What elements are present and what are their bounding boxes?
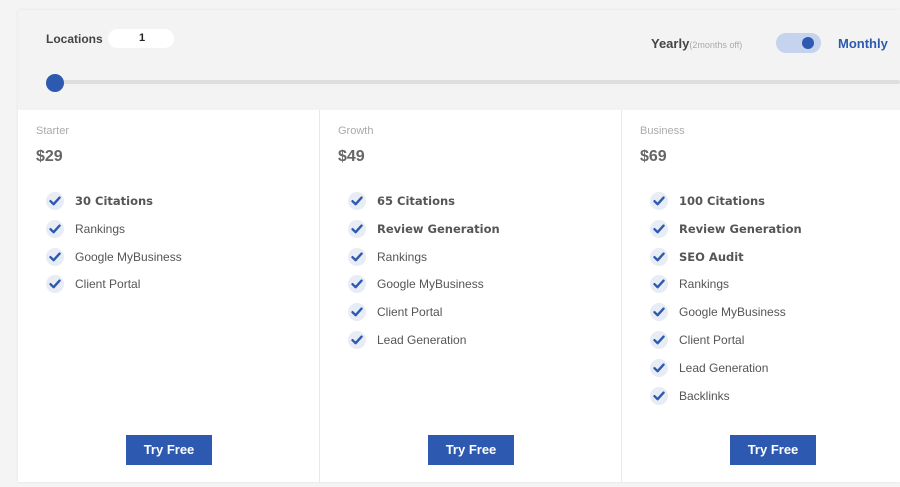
billing-yearly-option[interactable]: Yearly(2months off)	[651, 36, 742, 51]
list-item: Client Portal	[650, 330, 802, 359]
check-icon	[46, 247, 64, 266]
billing-monthly-option[interactable]: Monthly	[838, 36, 888, 51]
billing-toggle-knob[interactable]	[802, 37, 814, 49]
list-item: Lead Generation	[348, 330, 500, 359]
list-item: Client Portal	[348, 303, 500, 331]
feature-list: 30 Citations Rankings Google MyBusiness …	[46, 192, 182, 303]
check-icon	[348, 192, 366, 210]
check-icon	[348, 330, 366, 349]
list-item: Backlinks	[650, 386, 802, 415]
feature-label: Lead Generation	[679, 360, 769, 375]
feature-list: 65 Citations Review Generation Rankings …	[348, 192, 500, 359]
plan-card-business: Business $69 100 Citations Review Genera…	[622, 110, 900, 482]
list-item: Google MyBusiness	[46, 247, 182, 276]
plan-price: $49	[338, 148, 365, 165]
check-icon	[650, 358, 668, 377]
feature-label: Client Portal	[377, 305, 443, 320]
feature-label: Review Generation	[679, 221, 802, 236]
billing-toggle[interactable]	[776, 33, 821, 53]
check-icon	[650, 219, 668, 238]
list-item: Client Portal	[46, 275, 182, 303]
feature-label: Rankings	[679, 277, 730, 292]
locations-slider-handle[interactable]	[46, 74, 64, 92]
plan-price: $29	[36, 148, 63, 165]
yearly-discount-note: (2months off)	[689, 40, 743, 50]
pricing-page: Locations 1 Yearly(2months off) Monthly …	[0, 0, 900, 487]
check-icon	[650, 275, 668, 294]
feature-label: Lead Generation	[377, 332, 467, 347]
list-item: 100 Citations	[650, 192, 802, 220]
feature-label: Client Portal	[679, 332, 745, 347]
feature-label: Google MyBusiness	[679, 305, 786, 320]
check-icon	[650, 247, 668, 266]
check-icon	[650, 330, 668, 349]
check-icon	[348, 275, 366, 294]
plan-price: $69	[640, 148, 667, 165]
check-icon	[650, 192, 668, 210]
list-item: 65 Citations	[348, 192, 500, 220]
plan-name: Starter	[36, 125, 70, 137]
feature-label: Review Generation	[377, 221, 500, 236]
list-item: SEO Audit	[650, 247, 802, 276]
list-item: Rankings	[46, 219, 182, 248]
feature-label: Rankings	[75, 221, 126, 236]
try-free-button[interactable]: Try Free	[126, 435, 212, 465]
feature-label: Backlinks	[679, 388, 730, 403]
feature-label: 30 Citations	[75, 194, 154, 208]
plan-cards: Starter $29 30 Citations Rankings Google…	[18, 110, 900, 482]
try-free-button[interactable]: Try Free	[730, 435, 816, 465]
check-icon	[46, 219, 64, 238]
try-free-button[interactable]: Try Free	[428, 435, 514, 465]
list-item: Review Generation	[650, 219, 802, 248]
list-item: Google MyBusiness	[650, 303, 802, 331]
check-icon	[46, 192, 64, 210]
feature-label: Rankings	[377, 249, 428, 264]
plan-name: Business	[640, 125, 685, 137]
check-icon	[650, 386, 668, 405]
feature-label: Client Portal	[75, 277, 141, 292]
plan-card-starter: Starter $29 30 Citations Rankings Google…	[18, 110, 320, 482]
list-item: Google MyBusiness	[348, 275, 500, 303]
list-item: Rankings	[650, 275, 802, 303]
feature-label: SEO Audit	[679, 249, 744, 264]
plan-name: Growth	[338, 125, 374, 137]
check-icon	[348, 219, 366, 238]
feature-label: 100 Citations	[679, 194, 766, 208]
locations-slider-track[interactable]	[56, 80, 900, 84]
check-icon	[46, 275, 64, 294]
plan-card-growth: Growth $49 65 Citations Review Generatio…	[320, 110, 622, 482]
list-item: 30 Citations	[46, 192, 182, 220]
list-item: Review Generation	[348, 219, 500, 248]
yearly-label: Yearly	[651, 36, 690, 51]
feature-list: 100 Citations Review Generation SEO Audi…	[650, 192, 802, 414]
feature-label: Google MyBusiness	[75, 249, 182, 264]
check-icon	[650, 303, 668, 322]
locations-label: Locations	[46, 32, 103, 46]
list-item: Lead Generation	[650, 358, 802, 387]
list-item: Rankings	[348, 247, 500, 276]
check-icon	[348, 303, 366, 322]
check-icon	[348, 247, 366, 266]
feature-label: 65 Citations	[377, 194, 456, 208]
locations-count-input[interactable]: 1	[108, 29, 174, 48]
feature-label: Google MyBusiness	[377, 277, 484, 292]
